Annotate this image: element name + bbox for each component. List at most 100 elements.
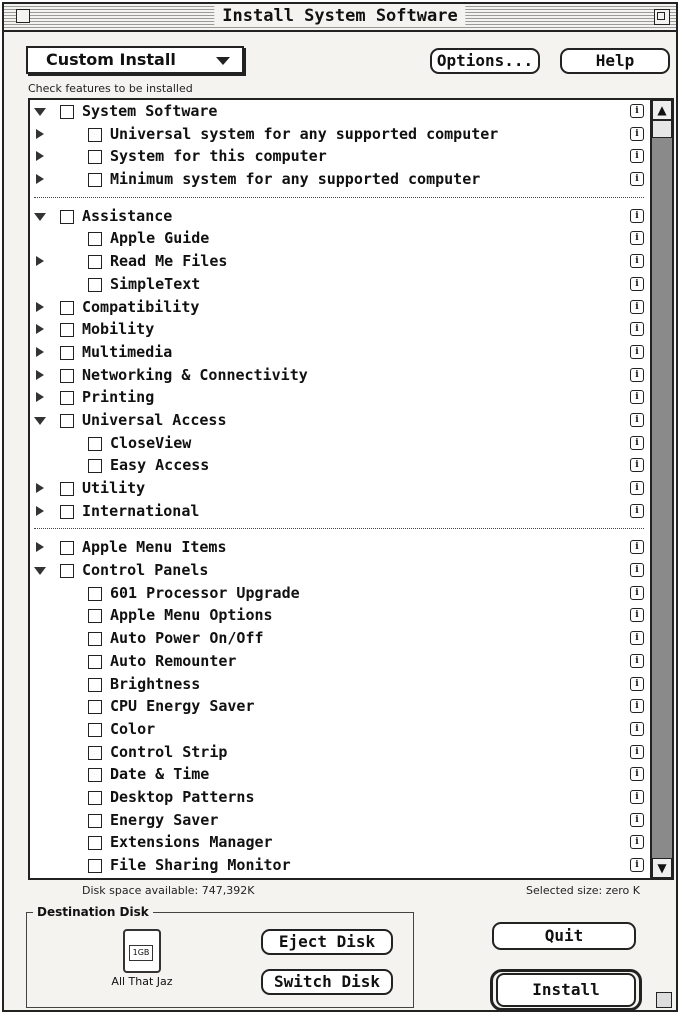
feature-checkbox[interactable]	[88, 700, 102, 715]
feature-row[interactable]: CPU Energy Saver i	[30, 695, 648, 718]
feature-checkbox[interactable]	[60, 209, 74, 224]
disclosure-triangle-right-icon[interactable]	[36, 256, 44, 267]
feature-row[interactable]: Multimedia i	[30, 341, 648, 364]
feature-row[interactable]: File Sharing Monitor i	[30, 854, 648, 877]
feature-checkbox[interactable]	[60, 541, 74, 556]
title-bar[interactable]: Install System Software	[4, 4, 676, 32]
hard-disk-icon[interactable]: 1GB	[123, 929, 161, 973]
close-box-icon[interactable]	[16, 9, 30, 23]
info-icon[interactable]: i	[630, 721, 644, 736]
feature-row[interactable]: Universal Access i	[30, 409, 648, 432]
disclosure-triangle-down-icon[interactable]	[34, 567, 46, 576]
info-icon[interactable]: i	[630, 299, 644, 314]
disclosure-triangle-down-icon[interactable]	[34, 212, 46, 221]
feature-checkbox[interactable]	[60, 368, 74, 383]
feature-row[interactable]: Assistance i	[30, 205, 648, 228]
info-icon[interactable]: i	[630, 608, 644, 623]
info-icon[interactable]: i	[630, 104, 644, 118]
feature-checkbox[interactable]	[88, 232, 102, 247]
disclosure-triangle-right-icon[interactable]	[36, 483, 44, 493]
feature-checkbox[interactable]	[60, 105, 74, 119]
info-icon[interactable]: i	[630, 789, 644, 804]
feature-row[interactable]: Easy Access i	[30, 454, 648, 477]
info-icon[interactable]: i	[630, 744, 644, 759]
feature-row[interactable]: Extensions Manager i	[30, 831, 648, 854]
disclosure-triangle-right-icon[interactable]	[36, 174, 44, 185]
feature-row[interactable]: Apple Guide i	[30, 227, 648, 250]
info-icon[interactable]: i	[630, 208, 644, 223]
feature-checkbox[interactable]	[88, 836, 102, 851]
feature-checkbox[interactable]	[88, 173, 102, 188]
feature-row[interactable]: Color i	[30, 718, 648, 741]
feature-row[interactable]: Networking & Connectivity i	[30, 364, 648, 387]
info-icon[interactable]: i	[630, 631, 644, 646]
feature-checkbox[interactable]	[88, 790, 102, 805]
feature-row[interactable]: International i	[30, 500, 648, 523]
info-icon[interactable]: i	[630, 172, 644, 187]
feature-row[interactable]: Control Panels i	[30, 559, 648, 582]
feature-row[interactable]: System for this computer i	[30, 145, 648, 168]
info-icon[interactable]: i	[630, 435, 644, 450]
info-icon[interactable]: i	[630, 503, 644, 518]
disclosure-triangle-down-icon[interactable]	[34, 108, 46, 116]
install-type-popup[interactable]: Custom Install	[26, 46, 244, 74]
info-icon[interactable]: i	[630, 540, 644, 555]
feature-checkbox[interactable]	[88, 459, 102, 474]
info-icon[interactable]: i	[630, 653, 644, 668]
feature-checkbox[interactable]	[60, 391, 74, 406]
info-icon[interactable]: i	[630, 149, 644, 164]
feature-row[interactable]: Energy Saver i	[30, 809, 648, 832]
info-icon[interactable]: i	[630, 563, 644, 578]
feature-checkbox[interactable]	[88, 654, 102, 669]
feature-row[interactable]: CloseView i	[30, 432, 648, 455]
info-icon[interactable]: i	[630, 835, 644, 850]
info-icon[interactable]: i	[630, 322, 644, 337]
feature-checkbox[interactable]	[88, 436, 102, 451]
feature-row[interactable]: Compatibility i	[30, 296, 648, 319]
feature-checkbox[interactable]	[88, 722, 102, 737]
disclosure-triangle-right-icon[interactable]	[36, 128, 44, 139]
feature-checkbox[interactable]	[60, 323, 74, 338]
feature-row[interactable]: Apple Menu Items i	[30, 536, 648, 559]
scroll-thumb[interactable]	[652, 120, 672, 138]
disclosure-triangle-right-icon[interactable]	[36, 301, 44, 312]
disclosure-triangle-right-icon[interactable]	[36, 324, 44, 335]
feature-checkbox[interactable]	[88, 677, 102, 692]
feature-row[interactable]: Utility i	[30, 477, 648, 500]
feature-checkbox[interactable]	[60, 564, 74, 579]
size-box-icon[interactable]	[656, 992, 672, 1008]
info-icon[interactable]: i	[630, 858, 644, 872]
eject-disk-button[interactable]: Eject Disk	[261, 929, 393, 955]
quit-button[interactable]: Quit	[492, 922, 636, 950]
info-icon[interactable]: i	[630, 390, 644, 405]
feature-row[interactable]: Read Me Files i	[30, 250, 648, 273]
info-icon[interactable]: i	[630, 812, 644, 827]
feature-row[interactable]: Brightness i	[30, 673, 648, 696]
info-icon[interactable]: i	[630, 367, 644, 382]
feature-row[interactable]: Desktop Patterns i	[30, 786, 648, 809]
feature-checkbox[interactable]	[88, 813, 102, 828]
feature-row[interactable]: Auto Remounter i	[30, 650, 648, 673]
feature-checkbox[interactable]	[88, 277, 102, 292]
disclosure-triangle-right-icon[interactable]	[36, 151, 44, 162]
feature-row[interactable]: System Software i	[30, 100, 648, 123]
help-button[interactable]: Help	[560, 48, 670, 74]
info-icon[interactable]: i	[630, 412, 644, 427]
disclosure-triangle-right-icon[interactable]	[36, 392, 44, 403]
scroll-up-arrow-icon[interactable]: ▲	[652, 100, 672, 120]
info-icon[interactable]: i	[630, 254, 644, 269]
info-icon[interactable]: i	[630, 126, 644, 141]
disclosure-triangle-right-icon[interactable]	[36, 346, 44, 357]
feature-checkbox[interactable]	[88, 255, 102, 270]
feature-checkbox[interactable]	[88, 745, 102, 760]
disclosure-triangle-right-icon[interactable]	[36, 369, 44, 380]
feature-row[interactable]: Date & Time i	[30, 763, 648, 786]
info-icon[interactable]: i	[630, 676, 644, 691]
feature-checkbox[interactable]	[60, 504, 74, 519]
info-icon[interactable]: i	[630, 585, 644, 600]
feature-checkbox[interactable]	[60, 482, 74, 496]
feature-row[interactable]: Apple Menu Options i	[30, 604, 648, 627]
feature-checkbox[interactable]	[88, 150, 102, 165]
info-icon[interactable]: i	[630, 458, 644, 473]
feature-row[interactable]: Printing i	[30, 386, 648, 409]
